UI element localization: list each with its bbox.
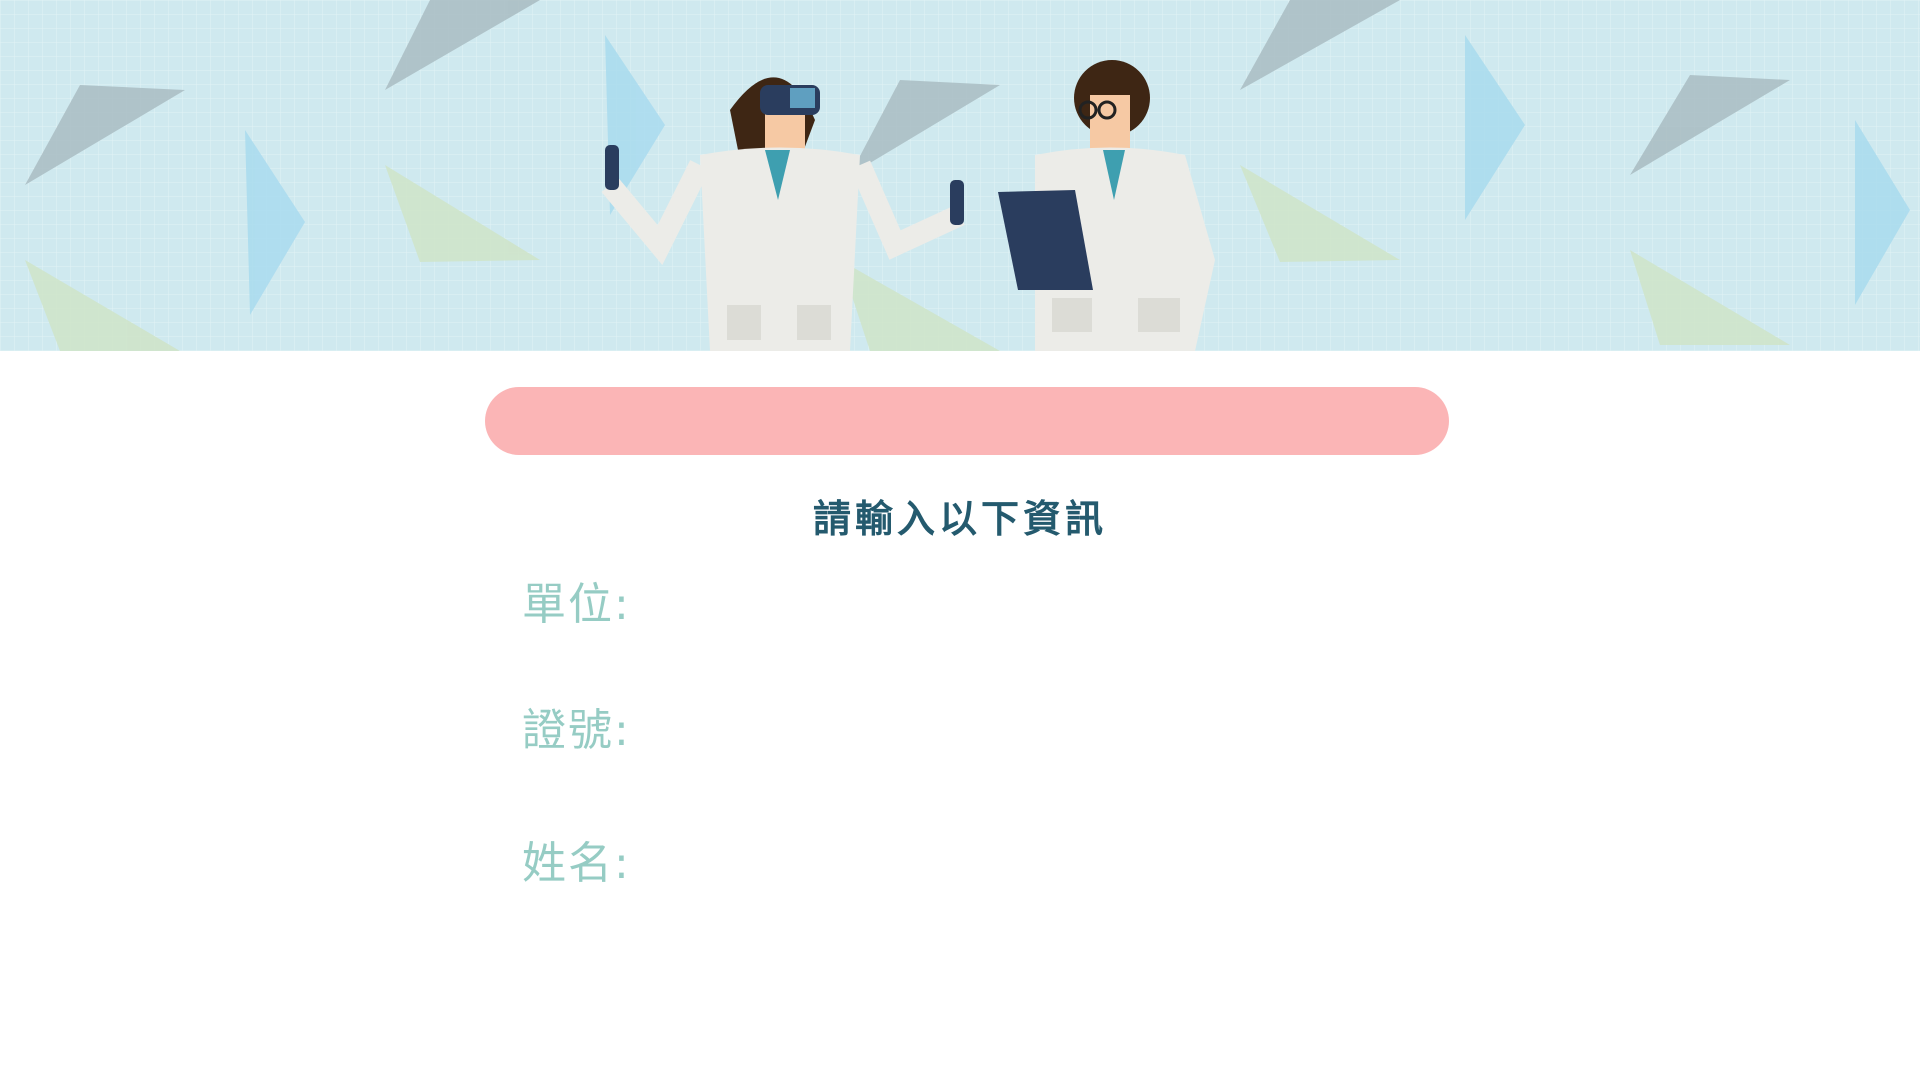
id-number-input[interactable] <box>650 696 1434 754</box>
id-number-label: 證號: <box>522 705 631 756</box>
header-banner <box>0 0 1920 351</box>
name-label: 姓名: <box>522 838 631 889</box>
unit-input[interactable] <box>650 570 1434 628</box>
name-input[interactable] <box>650 829 1434 887</box>
header-pill-bar <box>485 387 1449 455</box>
form-title: 請輸入以下資訊 <box>812 497 1107 541</box>
unit-label: 單位: <box>522 579 631 630</box>
scientists-illustration <box>0 0 1920 351</box>
